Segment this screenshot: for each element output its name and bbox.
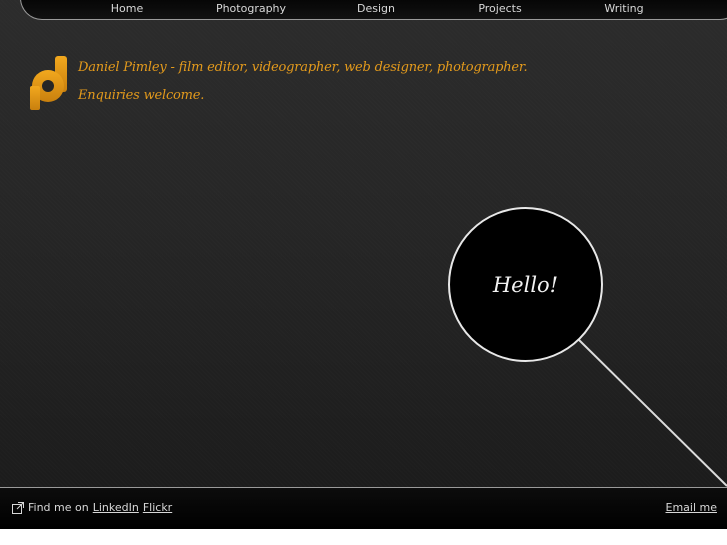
footer-bar: Find me on LinkedIn Flickr Email me xyxy=(0,487,727,529)
hello-speech-bubble: Hello! xyxy=(448,207,603,362)
external-link-icon xyxy=(12,501,24,514)
find-me-label: Find me on xyxy=(28,501,89,514)
email-me-link[interactable]: Email me xyxy=(666,501,718,514)
page-bottom-strip xyxy=(0,529,727,545)
email-area: Email me xyxy=(666,501,718,514)
social-links: Find me on LinkedIn Flickr xyxy=(12,501,172,514)
linkedin-link[interactable]: LinkedIn xyxy=(93,501,139,514)
speech-bubble-pointer xyxy=(577,338,727,487)
page-background: Home Photography Design Projects Writing… xyxy=(0,0,727,487)
bubble-text: Hello! xyxy=(492,272,559,297)
flickr-link[interactable]: Flickr xyxy=(143,501,172,514)
